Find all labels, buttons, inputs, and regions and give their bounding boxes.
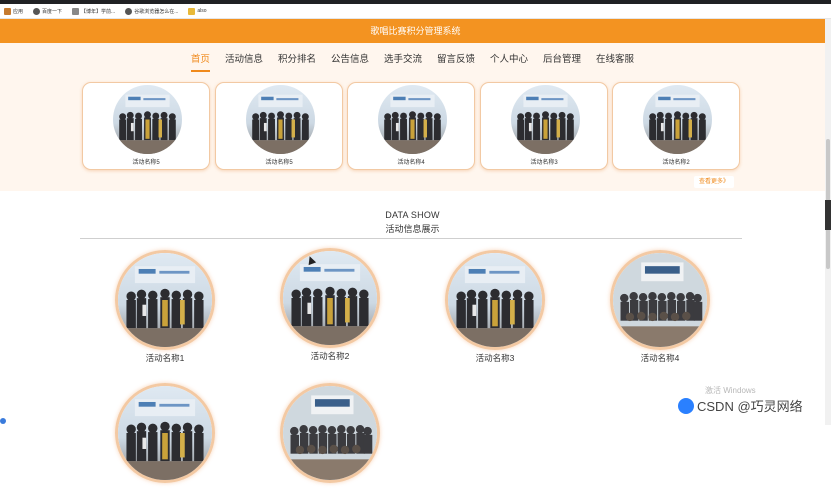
activity-photo xyxy=(445,250,545,350)
carousel-card[interactable]: 活动名称5 xyxy=(215,82,343,170)
activity-name: 活动名称1 xyxy=(145,353,185,363)
nav-item-activity-info[interactable]: 活动信息 xyxy=(225,50,263,72)
activity-carousel: 活动名称5 活动名称5 活动名称4 活动名称3 活动名称2 xyxy=(82,82,742,170)
activity-photo xyxy=(610,250,710,350)
bookmark-apps[interactable]: 应用 xyxy=(4,7,23,15)
section-divider xyxy=(80,238,742,239)
carousel-card[interactable]: 活动名称2 xyxy=(612,82,740,170)
activity-grid-item[interactable] xyxy=(280,383,380,498)
activity-photo xyxy=(115,250,215,350)
nav-item-home[interactable]: 首页 xyxy=(190,50,210,72)
carousel-card-label: 活动名称4 xyxy=(397,160,425,166)
nav-item-admin[interactable]: 后台管理 xyxy=(543,50,581,72)
site-title: 歌唱比赛积分管理系统 xyxy=(370,26,461,36)
bookmark-baidu[interactable]: 百度一下 xyxy=(33,7,62,15)
section-subtitle: 活动信息展示 xyxy=(385,224,440,234)
nav-item-personal-center[interactable]: 个人中心 xyxy=(490,50,528,72)
activity-photo xyxy=(115,383,215,483)
activity-grid-item[interactable]: 活动名称3 xyxy=(445,250,545,365)
scrollbar-thumb[interactable] xyxy=(825,200,831,230)
activity-photo xyxy=(246,85,315,154)
carousel-card[interactable]: 活动名称5 xyxy=(82,82,210,170)
activity-grid-item[interactable] xyxy=(115,383,215,498)
activity-grid-item[interactable]: 活动名称1 xyxy=(115,250,215,365)
windows-activation-notice: 激活 Windows xyxy=(705,386,756,395)
csdn-watermark: CSDN @巧灵网络 xyxy=(678,396,803,415)
bookmarks-bar: 应用 百度一下 【博年】学前... 谷歌浏览器怎么在... also xyxy=(0,4,831,19)
folder-icon xyxy=(188,7,196,15)
nav-item-score-ranking[interactable]: 积分排名 xyxy=(278,50,316,72)
carousel-card-label: 活动名称2 xyxy=(662,160,690,166)
main-nav: 首页 活动信息 积分排名 公告信息 选手交流 留言反馈 个人中心 后台管理 在线… xyxy=(0,50,825,72)
apps-icon xyxy=(4,7,11,15)
taskbar-indicator xyxy=(0,418,6,424)
carousel-card-label: 活动名称5 xyxy=(132,160,160,166)
bookmark-chrome-help[interactable]: 谷歌浏览器怎么在... xyxy=(125,7,178,15)
csdn-logo-icon xyxy=(678,397,694,414)
nav-item-feedback[interactable]: 留言反馈 xyxy=(437,50,475,72)
bookmark-also[interactable]: also xyxy=(188,7,207,15)
activity-grid-item[interactable]: 活动名称4 xyxy=(610,250,710,365)
view-more-button[interactable]: 查看更多》 xyxy=(694,176,735,188)
activity-name: 活动名称3 xyxy=(475,353,515,363)
activity-photo xyxy=(280,383,380,483)
nav-item-announcements[interactable]: 公告信息 xyxy=(331,50,369,72)
activity-photo xyxy=(511,85,580,154)
activity-name: 活动名称4 xyxy=(640,353,680,363)
activity-photo xyxy=(113,85,182,154)
carousel-card[interactable]: 活动名称3 xyxy=(480,82,608,170)
nav-item-player-exchange[interactable]: 选手交流 xyxy=(384,50,422,72)
carousel-card[interactable]: 活动名称4 xyxy=(347,82,475,170)
nav-item-online-service[interactable]: 在线客服 xyxy=(596,50,634,72)
watermark-text: CSDN @巧灵网络 xyxy=(697,399,803,414)
activity-name: 活动名称2 xyxy=(310,351,350,361)
carousel-card-label: 活动名称3 xyxy=(530,160,558,166)
activity-photo xyxy=(280,248,380,348)
activity-photo xyxy=(378,85,447,154)
activity-grid-item[interactable]: 活动名称2 xyxy=(280,248,380,363)
globe-icon xyxy=(125,7,133,15)
carousel-card-label: 活动名称5 xyxy=(265,160,293,166)
activity-photo xyxy=(643,85,712,154)
section-title: DATA SHOW xyxy=(385,210,440,220)
site-header: 歌唱比赛积分管理系统 xyxy=(0,19,831,43)
page-icon xyxy=(72,7,80,15)
bookmark-bonian[interactable]: 【博年】学前... xyxy=(72,7,115,15)
globe-icon xyxy=(33,7,41,15)
